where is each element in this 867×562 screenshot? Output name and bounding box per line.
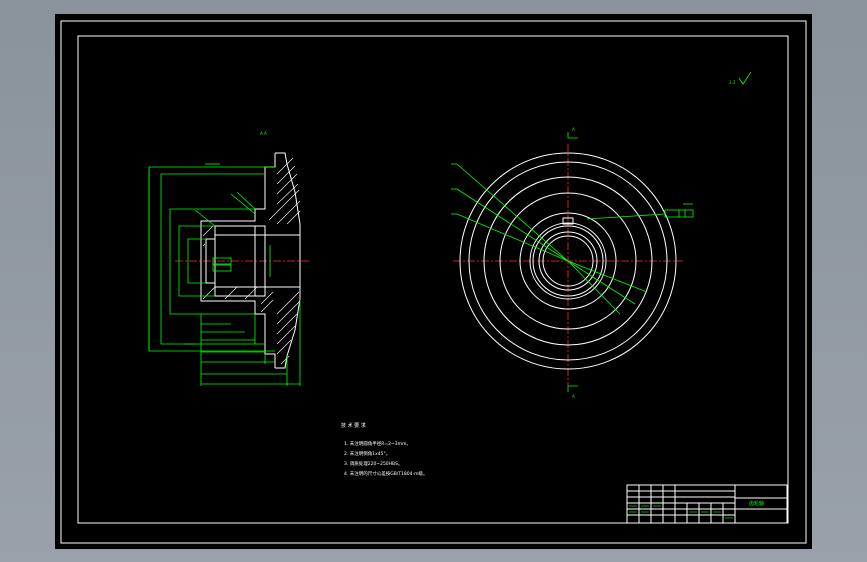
roughness-symbol: 3.2 xyxy=(729,71,752,85)
section-label: A-A xyxy=(260,131,267,136)
tech-req-line-2: 2. 未注明倒角1x45°。 xyxy=(344,450,390,457)
title-block: 齿轮轴 xyxy=(626,484,788,524)
section-view: A-A xyxy=(148,131,310,386)
roughness-value: 3.2 xyxy=(729,80,736,85)
title-block-name: 齿轮轴 xyxy=(749,500,764,507)
tech-req-line-4: 4. 未注明的尺寸公差按GB/T1804-m级。 xyxy=(344,470,428,477)
technical-requirements: 技 术 要 求 1. 未注明圆角半径R=2~3mm。 2. 未注明倒角1x45°… xyxy=(341,422,428,477)
cad-viewport[interactable]: 3.2 A-A A A 技 术 要 求 1. 未注明圆角半径R=2~3mm。 2… xyxy=(0,0,867,562)
cut-marker-bottom: A xyxy=(572,394,575,399)
tech-req-title: 技 术 要 求 xyxy=(341,422,366,429)
dimension-lines xyxy=(148,163,301,386)
cut-marker-top: A xyxy=(572,127,575,132)
drawing-canvas: 3.2 A-A A A 技 术 要 求 1. 未注明圆角半径R=2~3mm。 2… xyxy=(60,20,807,544)
tech-req-line-3: 3. 调质处理220~250HBS。 xyxy=(344,460,402,467)
drawing-sheet[interactable]: 3.2 A-A A A 技 术 要 求 1. 未注明圆角半径R=2~3mm。 2… xyxy=(55,14,812,549)
outer-frame xyxy=(60,20,807,544)
inner-frame xyxy=(77,35,789,524)
end-view: A A xyxy=(451,127,694,399)
tech-req-line-1: 1. 未注明圆角半径R=2~3mm。 xyxy=(344,440,411,447)
